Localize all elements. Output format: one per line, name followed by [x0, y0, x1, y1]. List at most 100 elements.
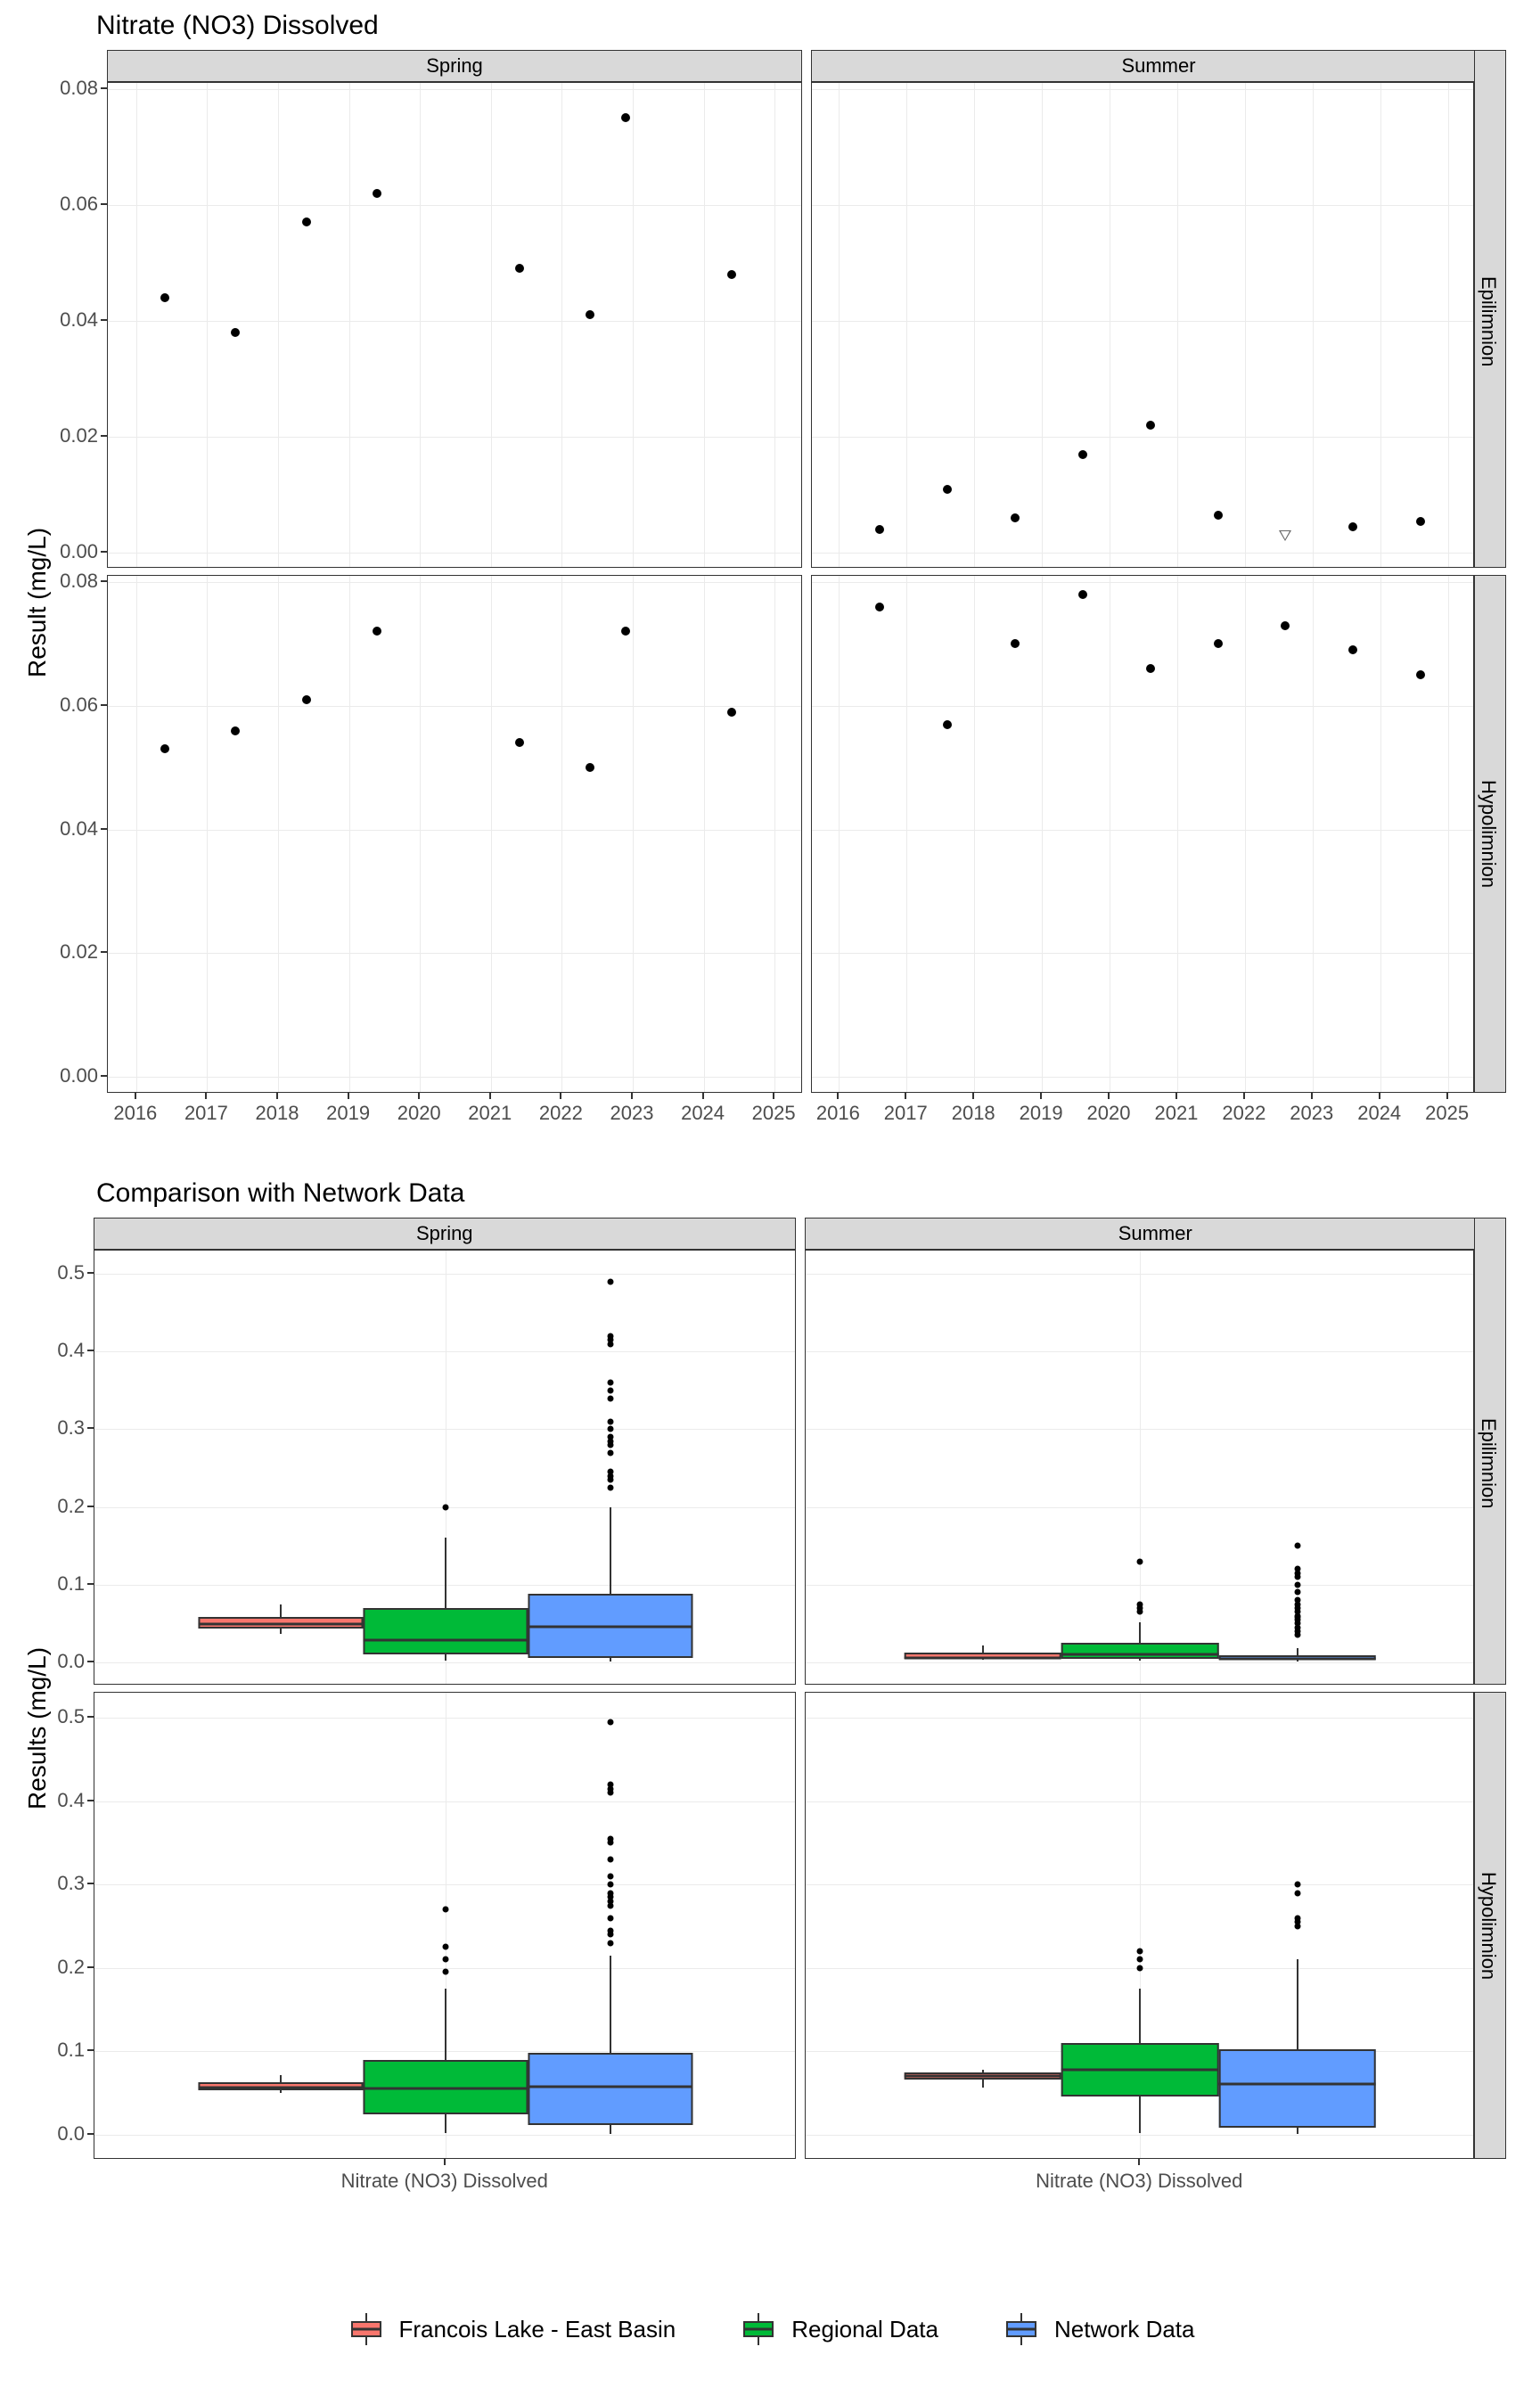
outlier-point: [1294, 1882, 1300, 1888]
outlier-point: [442, 1504, 448, 1510]
outlier-point: [1294, 1543, 1300, 1549]
facet-col-header: Spring: [94, 1218, 796, 1250]
data-point: [621, 627, 630, 636]
boxplot-panel: [94, 1692, 796, 2159]
data-point: [1011, 513, 1020, 522]
y-tick-label: 0.1: [47, 2039, 85, 2062]
y-tick-label: 0.0: [47, 1650, 85, 1673]
data-point: [943, 720, 952, 729]
data-point: [586, 763, 594, 772]
y-tick-label: 0.08: [50, 77, 98, 100]
y-tick-label: 0.4: [47, 1339, 85, 1362]
box: [363, 1608, 528, 1654]
legend-label: Regional Data: [791, 2316, 938, 2343]
outlier-point: [442, 1969, 448, 1975]
x-tick-label: 2016: [113, 1102, 157, 1125]
data-point: [1348, 645, 1357, 654]
x-tick-label: 2024: [1357, 1102, 1401, 1125]
data-point: [515, 738, 524, 747]
facet-row-label: Epilimnion: [1477, 1418, 1500, 1509]
data-point: [1214, 639, 1223, 648]
outlier-point: [607, 1449, 613, 1456]
outlier-point: [607, 1426, 613, 1432]
outlier-point: [442, 1944, 448, 1950]
outlier-point: [1137, 1558, 1143, 1564]
x-tick-label: 2020: [1087, 1102, 1131, 1125]
y-tick-label: 0.02: [50, 940, 98, 964]
outlier-point: [1294, 1566, 1300, 1572]
data-point: [1146, 664, 1155, 673]
facet-row-label: Hypolimnion: [1477, 1872, 1500, 1980]
y-tick-label: 0.0: [47, 2122, 85, 2146]
data-point: [302, 217, 311, 226]
box: [528, 2053, 692, 2124]
outlier-point: [607, 1469, 613, 1475]
data-point: [373, 189, 381, 198]
y-tick-label: 0.00: [50, 1064, 98, 1087]
x-tick-label: 2017: [884, 1102, 928, 1125]
outlier-point: [607, 1278, 613, 1284]
y-tick-label: 0.06: [50, 193, 98, 216]
bottom-title: Comparison with Network Data: [96, 1178, 464, 1209]
legend-key-icon: [346, 2313, 387, 2345]
data-point: [231, 328, 240, 337]
outlier-point: [607, 1890, 613, 1896]
outlier-point: [607, 1719, 613, 1725]
x-tick-label: 2023: [1290, 1102, 1333, 1125]
legend-item: Francois Lake - East Basin: [346, 2313, 676, 2345]
facet-row-label: Epilimnion: [1477, 276, 1500, 367]
box: [1219, 2049, 1377, 2128]
scatter-panel: [107, 575, 802, 1093]
outlier-point: [1137, 1965, 1143, 1971]
facet-col-header: Spring: [107, 50, 802, 82]
data-point: [515, 264, 524, 273]
y-tick-label: 0.5: [47, 1261, 85, 1284]
x-tick-label: 2019: [1020, 1102, 1063, 1125]
data-point: [943, 485, 952, 494]
boxplot-panel: [805, 1250, 1475, 1685]
y-tick-label: 0.5: [47, 1705, 85, 1728]
data-point: [1348, 522, 1357, 531]
y-tick-label: 0.3: [47, 1872, 85, 1895]
outlier-point: [607, 1434, 613, 1440]
box: [1061, 1643, 1219, 1659]
data-point: [1279, 530, 1291, 541]
data-point: [1078, 450, 1087, 459]
legend-item: Regional Data: [738, 2313, 938, 2345]
outlier-point: [1294, 1915, 1300, 1921]
data-point: [1416, 670, 1425, 679]
data-point: [373, 627, 381, 636]
y-tick-label: 0.2: [47, 1495, 85, 1518]
y-tick-label: 0.4: [47, 1789, 85, 1812]
outlier-point: [1294, 1890, 1300, 1896]
x-tick-label: 2025: [752, 1102, 796, 1125]
x-tick-label: 2023: [610, 1102, 653, 1125]
legend-label: Network Data: [1054, 2316, 1195, 2343]
x-tick-label: 2022: [1222, 1102, 1266, 1125]
outlier-point: [607, 1857, 613, 1863]
data-point: [727, 708, 736, 717]
outlier-point: [442, 1957, 448, 1963]
y-tick-label: 0.06: [50, 693, 98, 717]
data-point: [1146, 421, 1155, 430]
y-tick-label: 0.04: [50, 817, 98, 841]
y-tick-label: 0.08: [50, 570, 98, 593]
data-point: [302, 695, 311, 704]
legend: Francois Lake - East Basin Regional Data N…: [346, 2313, 1195, 2345]
x-tick-label: 2024: [681, 1102, 725, 1125]
outlier-point: [442, 1907, 448, 1913]
x-tick-label: 2017: [184, 1102, 228, 1125]
outlier-point: [1137, 1601, 1143, 1607]
top-title: Nitrate (NO3) Dissolved: [96, 11, 379, 41]
outlier-point: [1294, 1589, 1300, 1596]
legend-item: Network Data: [1001, 2313, 1195, 2345]
data-point: [875, 603, 884, 611]
x-tick-label: 2018: [952, 1102, 995, 1125]
outlier-point: [607, 1387, 613, 1393]
facet-col-header: Summer: [805, 1218, 1507, 1250]
x-tick-label: 2019: [326, 1102, 370, 1125]
y-tick-label: 0.00: [50, 540, 98, 563]
y-tick-label: 0.04: [50, 308, 98, 332]
scatter-panel: [811, 575, 1474, 1093]
x-tick-label: 2025: [1425, 1102, 1469, 1125]
